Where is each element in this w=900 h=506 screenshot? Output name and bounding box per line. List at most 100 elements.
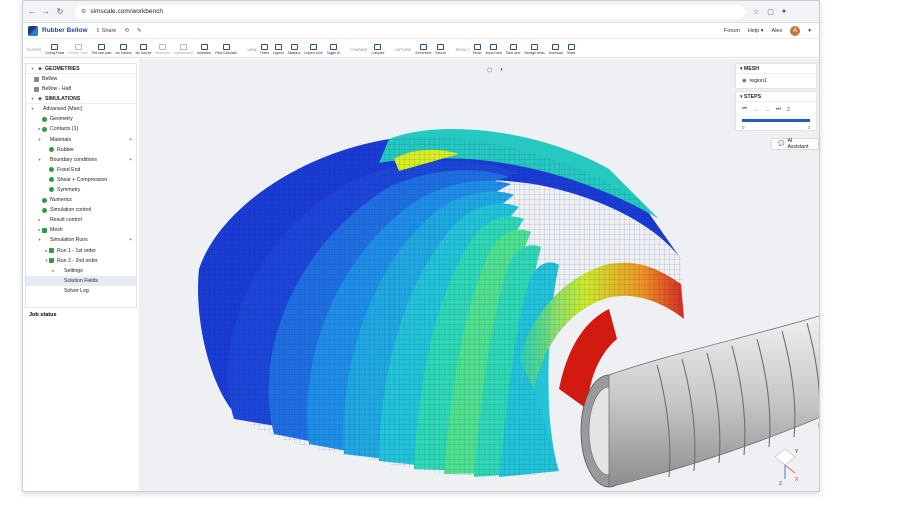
view-cube-icon[interactable]: ⬡ (487, 67, 492, 74)
toolbar-group-label: VIEW (247, 48, 257, 52)
tree-item-label: Run 2 - 2nd order (57, 257, 98, 264)
mesh-panel-header[interactable]: ▾ MESH (736, 64, 816, 74)
profile-icon[interactable]: ● (782, 8, 786, 16)
mesh-region-row[interactable]: ◉ region1 (736, 74, 816, 88)
toolbar-plot-over-path-button[interactable]: Plot over path (92, 44, 111, 57)
reload-icon[interactable]: ↻ (55, 7, 65, 16)
history-icon[interactable]: ⟲ (124, 28, 129, 34)
steps-slider[interactable] (742, 119, 810, 122)
share-button[interactable]: ⇪ Share (96, 28, 117, 34)
bookmark-star-icon[interactable]: ☆ (753, 8, 759, 16)
next-step-icon[interactable]: → (764, 107, 770, 113)
node-icon (42, 238, 47, 243)
geometry-item-bellow-half[interactable]: Bellow - Half (26, 84, 136, 94)
add-icon[interactable]: + (129, 137, 132, 143)
job-status-header[interactable]: Job status (25, 307, 137, 321)
toolbar-save-view-button[interactable]: Save view (505, 44, 521, 57)
toolbar-share-button[interactable]: Share (567, 44, 575, 57)
toolbar-statistics-button[interactable]: Statistics (288, 44, 300, 57)
tree-item-solution-fields[interactable]: Solution Fields (26, 275, 136, 286)
render-mode-icon[interactable]: ◐ (500, 67, 504, 74)
toolbar-inspect-point-button[interactable]: Inspect point (304, 44, 323, 57)
ai-assistant-button[interactable]: 💬 AI Assistant (771, 138, 819, 150)
toolbar-group-label: FILTERS (27, 48, 42, 52)
simulations-header[interactable]: ▾ ◈ SIMULATIONS (26, 94, 136, 105)
edit-icon[interactable]: ✎ (137, 28, 142, 34)
help-menu[interactable]: Help ▾ (748, 28, 764, 34)
toolbar-item-label: Import view (485, 51, 502, 55)
tree-item-run-2-2nd-order[interactable]: ▾ Run 2 - 2nd order (26, 256, 136, 266)
tree-item-contacts-1[interactable]: ▸ Contacts (1) (26, 124, 136, 134)
tree-item-result-control[interactable]: ▸ Result control (26, 215, 136, 225)
forward-icon[interactable]: → (41, 7, 51, 16)
tree-item-boundary-conditions[interactable]: ▾ Boundary conditions + (26, 155, 136, 165)
toolbar-toggle-ui-button[interactable]: Toggle UI (327, 44, 340, 57)
toolbar-cutting-plane-button[interactable]: Cutting Plane (45, 44, 64, 57)
toolbar-reset-button[interactable]: Reset (473, 44, 482, 57)
3d-viewport[interactable] (139, 59, 819, 491)
tree-item-label: Contacts (1) (50, 126, 79, 133)
tree-item-run-1-1st-order[interactable]: ▸ Run 1 - 1st order (26, 246, 136, 256)
toolbar-displacement-button[interactable]: Displacement (174, 44, 193, 57)
axis-orientation-gizmo[interactable]: Y X Z (771, 443, 799, 487)
toolbar-import-view-button[interactable]: Import view (486, 44, 502, 57)
tree-item-label: Materials (50, 136, 72, 143)
toolbar-screenshot-button[interactable]: Screenshot (415, 44, 431, 57)
toolbar-manage-views-button[interactable]: Manage views (524, 44, 545, 57)
toolbar-item-label: Manage views (524, 51, 545, 55)
tree-item-shear-compression[interactable]: Shear + Compression (26, 175, 136, 185)
toolbar-iso-surface-button[interactable]: Iso Surface (115, 44, 132, 57)
previous-step-icon[interactable]: ← (753, 107, 759, 113)
extensions-icon[interactable]: ▢ (767, 8, 774, 16)
geometries-icon: ◈ (38, 65, 42, 72)
tree-item-settings[interactable]: ▸ Settings (26, 266, 136, 276)
tree-item-advanced-marc[interactable]: ▾ Advanced (Marc) (26, 104, 136, 114)
tree-item-solver-log[interactable]: Solver Log (26, 286, 136, 296)
add-icon[interactable]: + (129, 237, 132, 243)
tree-item-simulation-runs[interactable]: ▾ Simulation Runs + (26, 235, 136, 245)
mesh-panel: ▾ MESH ◉ region1 (735, 63, 817, 89)
toolbar-field-calculator-button[interactable]: Field Calculator (215, 44, 237, 57)
tree-item-materials[interactable]: ▾ Materials + (26, 134, 136, 144)
address-bar[interactable]: ⚙ simscale.com/workbench (75, 4, 745, 19)
last-step-icon[interactable]: ⏭ (776, 106, 781, 113)
avatar[interactable]: A (790, 26, 801, 36)
toolbar-particle-trace-button[interactable]: Particle Trace (68, 44, 88, 57)
chevron-down-icon[interactable]: ▾ (30, 66, 35, 72)
forum-link[interactable]: Forum (724, 28, 740, 34)
toolbar-item-label: Save view (505, 51, 521, 55)
chevron-down-icon[interactable]: ▾ (808, 28, 811, 34)
node-icon (42, 157, 47, 162)
toolbar-compare-button[interactable]: Compare (371, 44, 385, 57)
screenshot-icon (419, 44, 427, 50)
simscale-logo-icon[interactable] (28, 25, 38, 36)
toolbar-item-label: Legend (273, 51, 284, 55)
first-step-icon[interactable]: ⏮ (742, 106, 747, 113)
check-circle-icon (42, 207, 47, 213)
geometries-header[interactable]: ▾ ◈ GEOMETRIES (26, 64, 136, 74)
toolbar-record-button[interactable]: Record (435, 44, 446, 57)
geometry-item-label: Bellow (42, 76, 58, 83)
current-step-value[interactable]: 2 (787, 107, 790, 113)
tree-item-numerics[interactable]: Numerics (26, 195, 136, 205)
tree-item-symmetry[interactable]: Symmetry (26, 185, 136, 195)
tree-item-fixed-end[interactable]: Fixed End (26, 165, 136, 175)
toolbar-resample-button[interactable]: Resample (155, 44, 170, 57)
tree-item-simulation-control[interactable]: Simulation control (26, 205, 136, 215)
site-info-icon[interactable]: ⚙ (81, 8, 86, 15)
share-button-label: Share (101, 27, 117, 34)
tree-item-rubber[interactable]: Rubber (26, 145, 136, 155)
add-icon[interactable]: + (129, 157, 132, 163)
toolbar-animation-button[interactable]: Animation (197, 44, 211, 57)
toolbar-download-button[interactable]: Download (549, 44, 563, 57)
project-title[interactable]: Rubber Bellow (42, 27, 88, 34)
tree-item-mesh[interactable]: ▸ Mesh (26, 225, 136, 235)
toolbar-iso-volume-button[interactable]: Iso Volume (136, 44, 151, 57)
back-icon[interactable]: ← (27, 7, 37, 16)
toolbar-filters-button[interactable]: Filters (260, 44, 269, 57)
chevron-down-icon[interactable]: ▾ (30, 96, 35, 102)
steps-panel-header[interactable]: ▾ STEPS (736, 92, 816, 102)
toolbar-legend-button[interactable]: Legend (273, 44, 284, 57)
geometry-item-bellow[interactable]: Bellow (26, 74, 136, 84)
tree-item-geometry[interactable]: Geometry (26, 114, 136, 124)
